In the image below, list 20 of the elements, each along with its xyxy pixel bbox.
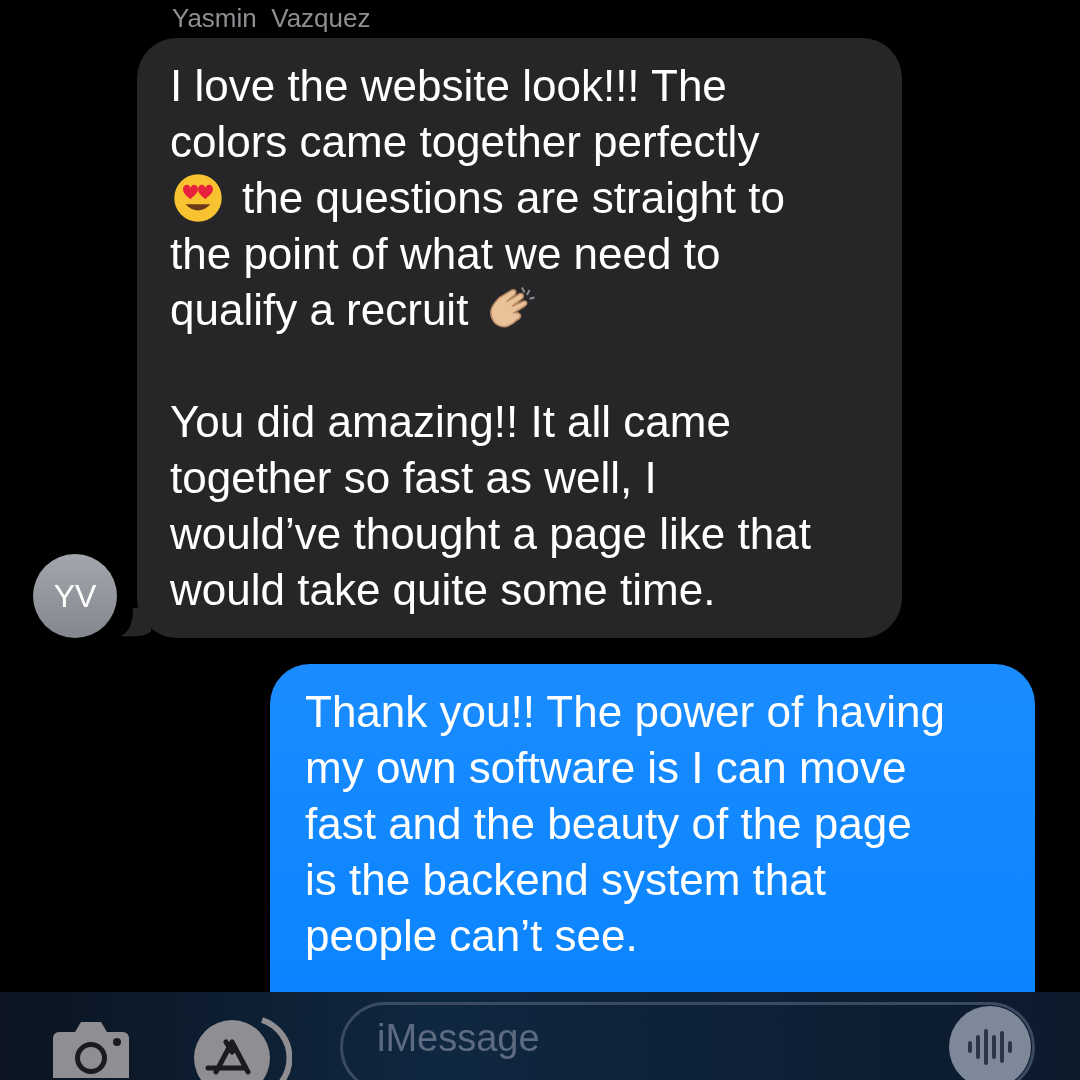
app-store-button[interactable]: [192, 1016, 292, 1080]
message-text: would’ve thought a page like that: [170, 508, 811, 560]
message-text: the questions are straight to: [242, 172, 785, 224]
message-text: together so fast as well, I: [170, 452, 657, 504]
app-store-icon: [192, 1016, 292, 1080]
waveform-icon: [965, 1027, 1015, 1067]
message-text: people can’t see.: [305, 910, 638, 962]
message-text: fast and the beauty of the page: [305, 798, 912, 850]
contact-name: Yasmin Vazquez: [171, 2, 371, 34]
message-text: I love the website look!!! The: [170, 60, 727, 112]
message-text: Thank you!! The power of having: [305, 686, 946, 738]
message-text: the point of what we need to: [170, 228, 721, 280]
message-text: my own software is I can move: [305, 742, 907, 794]
contact-avatar: YV: [33, 554, 117, 638]
message-text: colors came together perfectly: [170, 116, 760, 168]
message-text: would take quite some time.: [170, 564, 716, 616]
message-text: is the backend system that: [305, 854, 826, 906]
voice-button[interactable]: [949, 1006, 1031, 1080]
message-text: qualify a recruit: [170, 284, 469, 336]
message-text: You did amazing!! It all came: [170, 396, 731, 448]
